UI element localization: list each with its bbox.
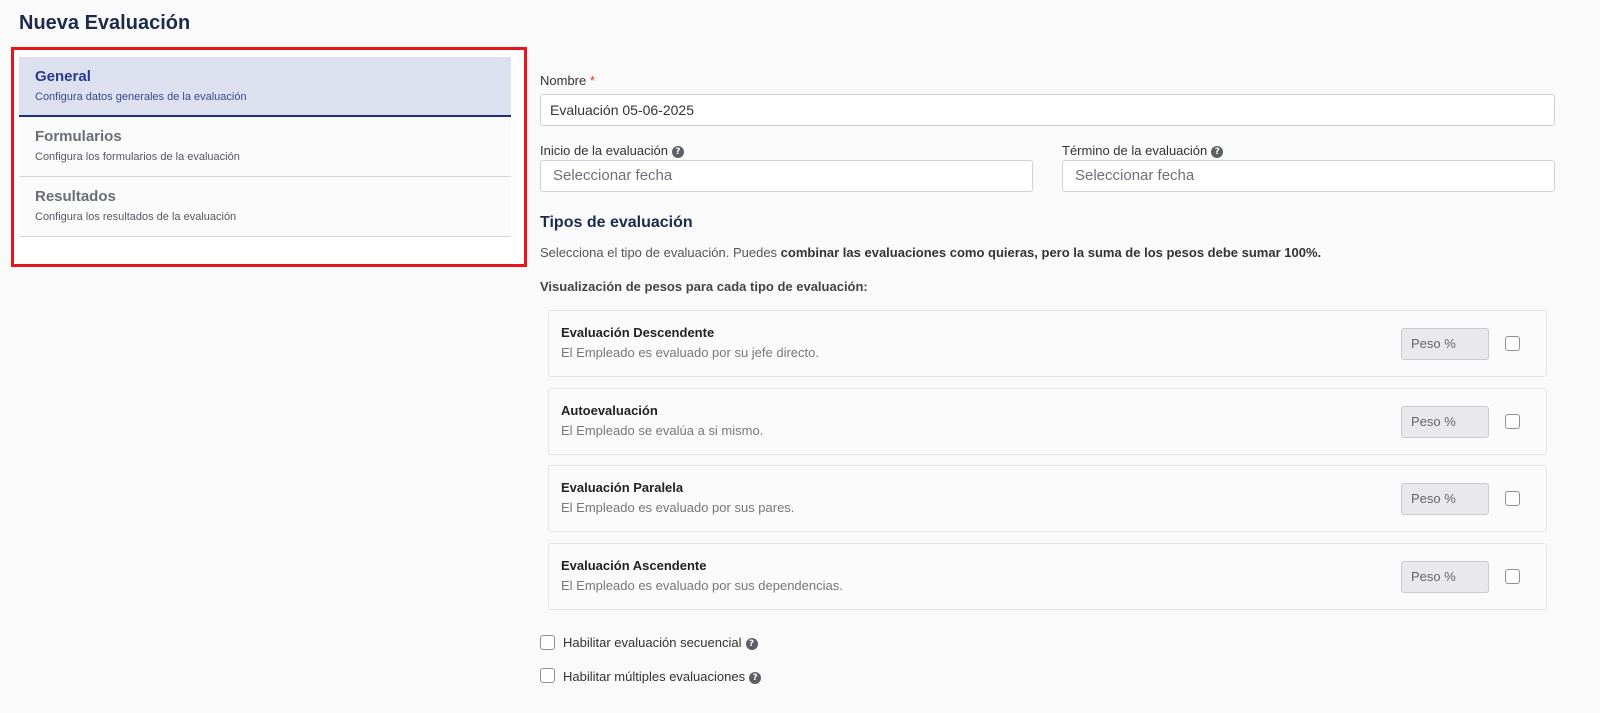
page: Nueva Evaluación General Configura datos… (0, 0, 1600, 713)
types-description-plain: Selecciona el tipo de evaluación. Puedes (540, 245, 781, 260)
step-resultados[interactable]: Resultados Configura los resultados de l… (19, 177, 511, 237)
end-date-label: Término de la evaluación? (1062, 143, 1224, 158)
step-subtitle: Configura los resultados de la evaluació… (35, 211, 237, 223)
eval-type-title: Evaluación Paralela (561, 480, 684, 495)
step-title: General (35, 68, 91, 85)
multiple-label-text: Habilitar múltiples evaluaciones (563, 669, 746, 684)
step-formularios[interactable]: Formularios Configura los formularios de… (19, 117, 511, 177)
types-description-bold: combinar las evaluaciones como quieras, … (780, 245, 1322, 260)
eval-type-checkbox[interactable] (1505, 569, 1520, 584)
help-icon[interactable]: ? (671, 145, 684, 158)
eval-type-title: Evaluación Descendente (561, 325, 715, 340)
step-general[interactable]: General Configura datos generales de la … (19, 57, 511, 117)
types-description: Selecciona el tipo de evaluación. Puedes… (540, 245, 1321, 260)
eval-type-checkbox[interactable] (1505, 491, 1520, 506)
page-title: Nueva Evaluación (19, 12, 191, 34)
eval-type-card-paralela: Evaluación Paralela El Empleado es evalu… (548, 465, 1547, 532)
weights-visualization-label: Visualización de pesos para cada tipo de… (540, 279, 868, 294)
name-label-text: Nombre (540, 73, 587, 88)
eval-type-title: Evaluación Ascendente (561, 558, 707, 573)
eval-type-description: El Empleado se evalúa a si mismo. (561, 423, 764, 438)
sequential-label: Habilitar evaluación secuencial? (563, 635, 758, 650)
weight-input[interactable]: Peso % (1401, 406, 1489, 438)
eval-type-card-autoevaluacion: Autoevaluación El Empleado se evalúa a s… (548, 388, 1547, 455)
eval-type-checkbox[interactable] (1505, 414, 1520, 429)
name-label: Nombre * (540, 73, 595, 88)
eval-type-description: El Empleado es evaluado por su jefe dire… (561, 345, 819, 360)
weight-input[interactable]: Peso % (1401, 483, 1489, 515)
start-date-label-text: Inicio de la evaluación (540, 143, 668, 158)
eval-type-description: El Empleado es evaluado por sus dependen… (561, 578, 843, 593)
sequential-label-text: Habilitar evaluación secuencial (563, 635, 742, 650)
step-title: Formularios (35, 128, 122, 145)
eval-type-card-ascendente: Evaluación Ascendente El Empleado es eva… (548, 543, 1547, 610)
multiple-checkbox[interactable] (540, 668, 555, 683)
start-date-label: Inicio de la evaluación? (540, 143, 684, 158)
step-subtitle: Configura datos generales de la evaluaci… (35, 91, 247, 103)
help-icon[interactable]: ? (745, 637, 758, 650)
step-title: Resultados (35, 188, 116, 205)
step-subtitle: Configura los formularios de la evaluaci… (35, 151, 240, 163)
types-section-title: Tipos de evaluación (540, 214, 693, 231)
help-icon[interactable]: ? (1211, 145, 1224, 158)
help-icon[interactable]: ? (749, 671, 762, 684)
weight-input[interactable]: Peso % (1401, 328, 1489, 360)
name-input[interactable]: Evaluación 05-06-2025 (540, 94, 1555, 126)
required-mark: * (589, 73, 595, 88)
end-date-input[interactable]: Seleccionar fecha (1062, 160, 1555, 192)
start-date-input[interactable]: Seleccionar fecha (540, 160, 1033, 192)
stepper: General Configura datos generales de la … (19, 57, 511, 237)
eval-type-checkbox[interactable] (1505, 336, 1520, 351)
eval-type-card-descendente: Evaluación Descendente El Empleado es ev… (548, 310, 1547, 377)
sequential-checkbox[interactable] (540, 635, 555, 650)
weight-input[interactable]: Peso % (1401, 561, 1489, 593)
eval-type-description: El Empleado es evaluado por sus pares. (561, 500, 795, 515)
end-date-label-text: Término de la evaluación (1062, 143, 1208, 158)
multiple-label: Habilitar múltiples evaluaciones? (563, 669, 762, 684)
eval-type-title: Autoevaluación (561, 403, 658, 418)
